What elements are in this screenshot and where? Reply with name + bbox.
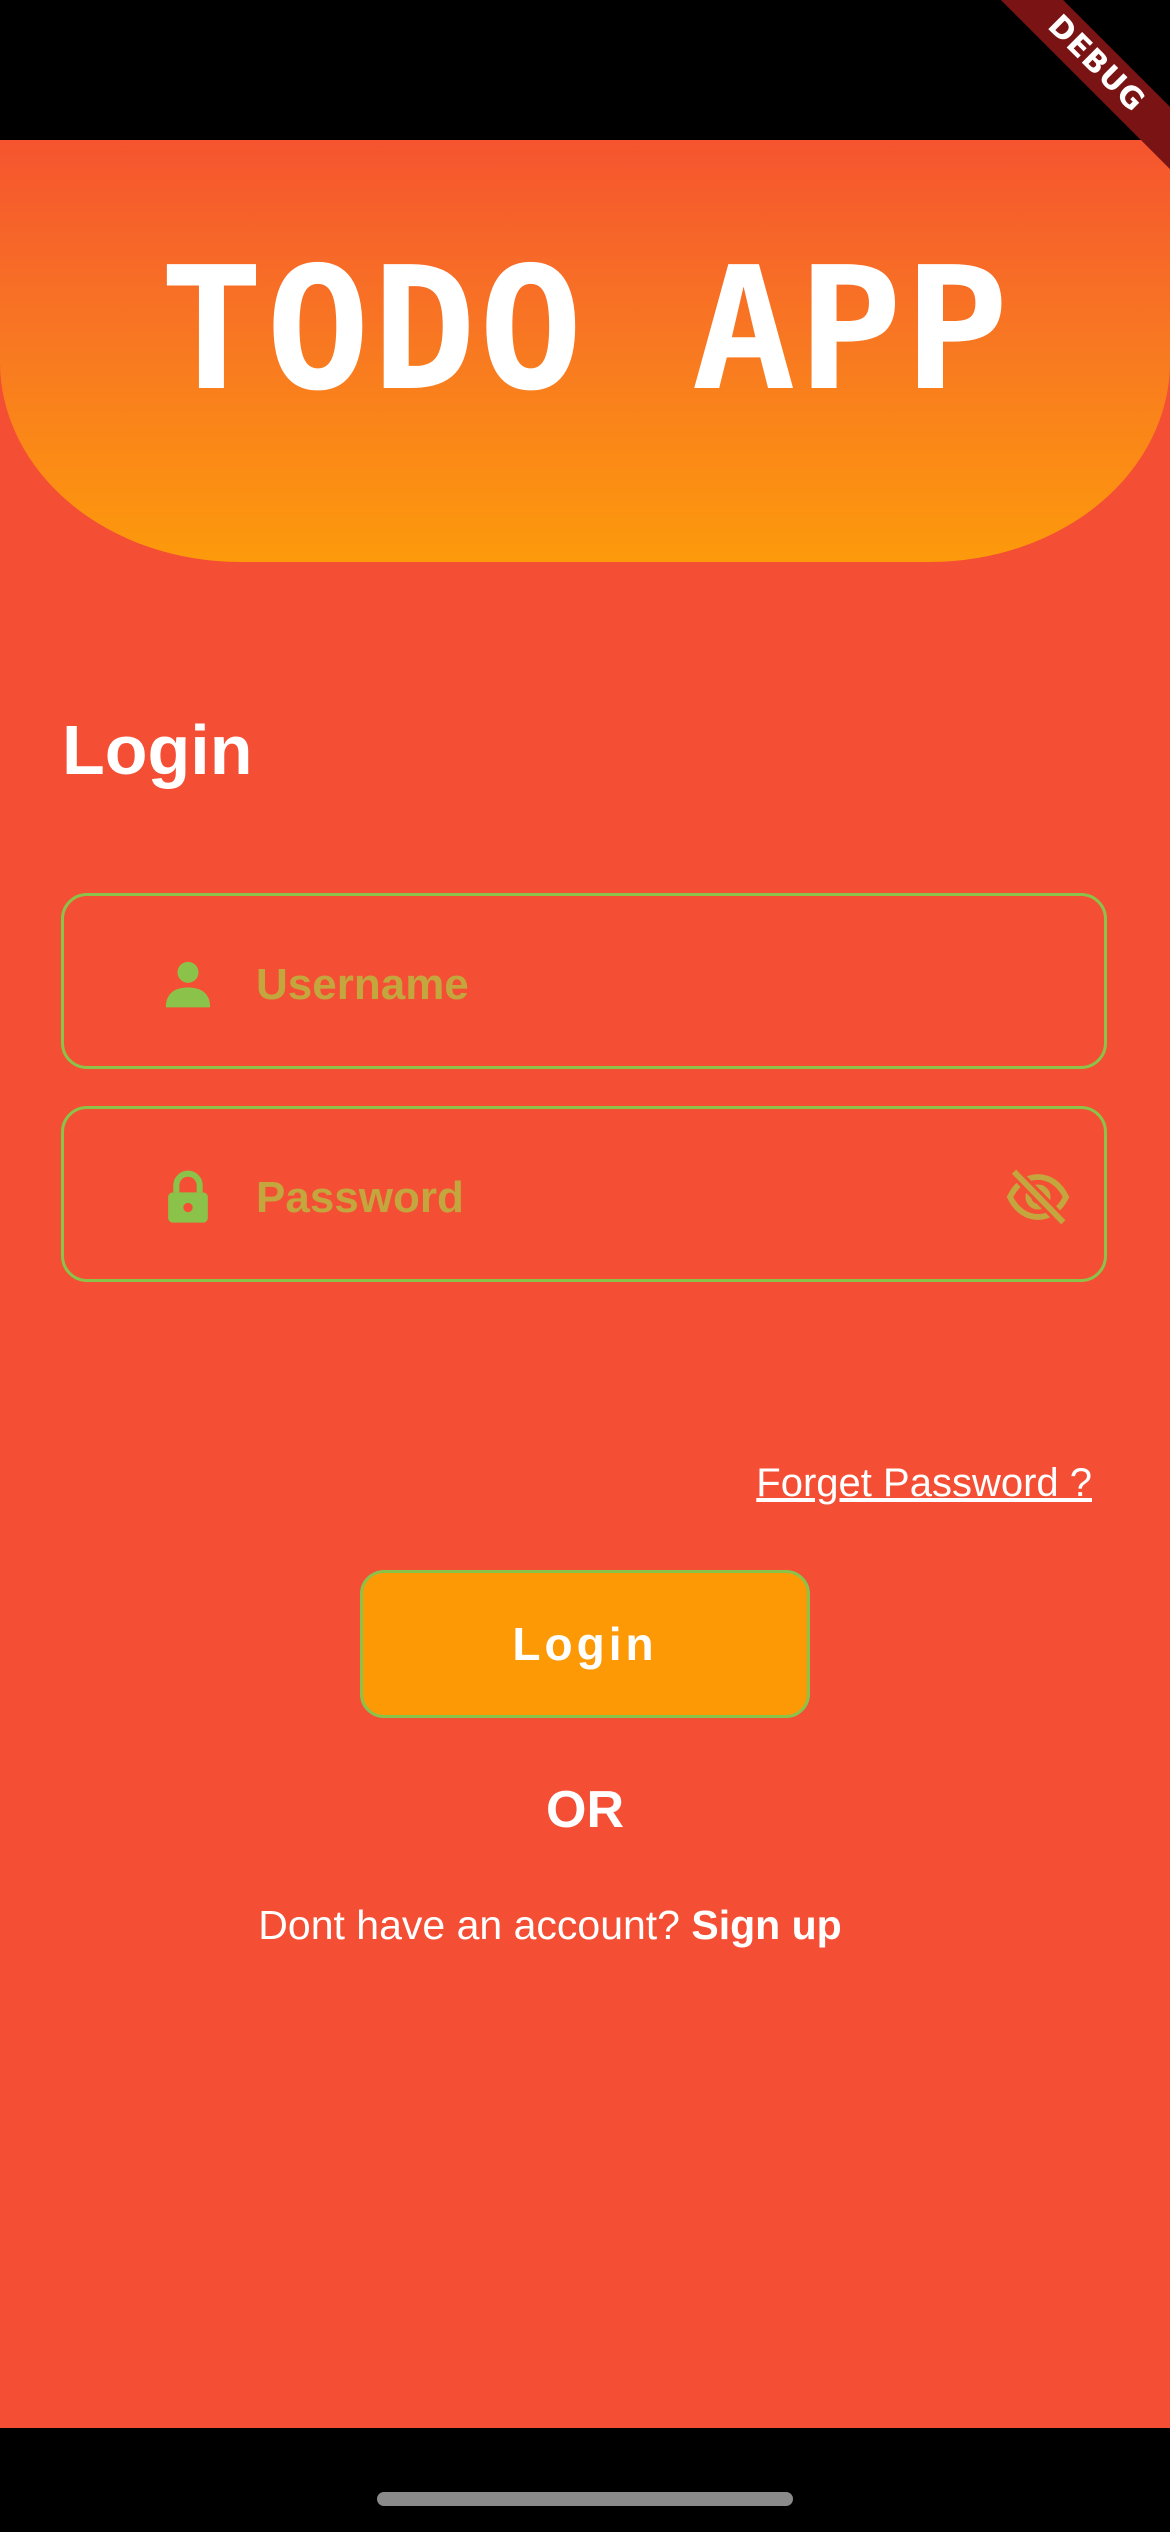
login-button[interactable]: Login (360, 1570, 810, 1718)
password-field[interactable] (61, 1106, 1107, 1282)
signup-link[interactable]: Sign up (691, 1902, 841, 1948)
or-divider-text: OR (546, 1781, 624, 1839)
debug-banner-label: DEBUG (990, 0, 1170, 179)
phone-screen: DEBUG TODO APP Login Username Forget Pas… (0, 0, 1170, 2532)
eye-off-icon[interactable] (1004, 1165, 1072, 1229)
password-input[interactable] (254, 1159, 1018, 1237)
lock-icon (160, 1169, 216, 1225)
username-input[interactable] (254, 946, 1018, 1024)
debug-banner: DEBUG (990, 0, 1170, 180)
username-field[interactable] (61, 893, 1107, 1069)
signup-prompt-text: Dont have an account? (258, 1902, 692, 1948)
header-banner: TODO APP (0, 140, 1170, 562)
page-title: Login (62, 711, 253, 789)
person-icon (160, 956, 216, 1012)
forget-password-link[interactable]: Forget Password ? (756, 1458, 1092, 1508)
app-logo: TODO APP (159, 231, 1011, 429)
home-indicator[interactable] (377, 2492, 793, 2506)
bottom-bar (0, 2428, 1170, 2532)
signup-prompt: Dont have an account? Sign up (0, 1900, 1100, 1950)
login-screen: TODO APP Login Username Forget Password … (0, 140, 1170, 2428)
